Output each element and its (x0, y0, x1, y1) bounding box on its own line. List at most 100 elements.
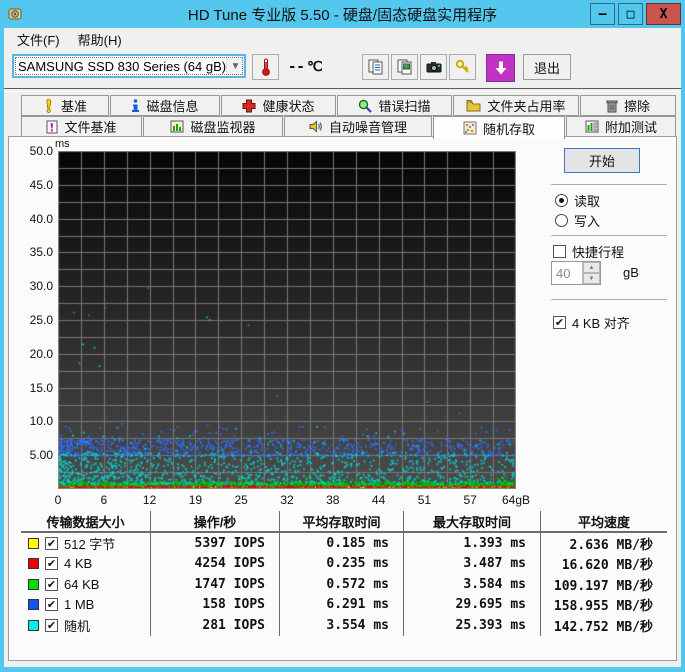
exit-button[interactable]: 退出 (523, 54, 571, 80)
random-access-page: ms 50.045.040.035.030.025.020.015.010.05… (8, 136, 677, 661)
screenshot-button[interactable] (420, 54, 447, 80)
chevron-down-icon[interactable]: ▼ (226, 56, 244, 76)
maximize-button[interactable]: □ (618, 3, 643, 25)
keys-icon (454, 58, 472, 76)
tab-random-access[interactable]: 随机存取 (433, 116, 565, 139)
tab-label: 健康状态 (262, 96, 314, 115)
series-checkbox[interactable] (45, 598, 58, 611)
tab-noise-management[interactable]: 自动噪音管理 (284, 116, 432, 137)
series-checkbox[interactable] (45, 537, 58, 550)
y-tick: 5.00 (13, 448, 53, 462)
table-row: 512 字节 5397 IOPS 0.185 ms 1.393 ms 2.636… (21, 533, 667, 554)
y-tick: 25.0 (13, 313, 53, 327)
x-tick: 44 (357, 493, 401, 507)
avg-access-value: 3.554 ms (280, 615, 404, 636)
series-checkbox[interactable] (45, 578, 58, 591)
menu-file[interactable]: 文件(F) (8, 28, 69, 51)
toolbar-divider (4, 88, 681, 92)
drive-select[interactable]: SAMSUNG SSD 830 Series (64 gB) ▼ (12, 54, 246, 78)
separator (551, 299, 667, 300)
tab-row-1: 基准 磁盘信息 健康状态 错误扫描 (21, 95, 681, 116)
tab-label: 磁盘信息 (146, 96, 198, 115)
temperature-value: -- (288, 59, 305, 75)
tab-label: 随机存取 (483, 119, 535, 138)
x-tick: 32 (265, 493, 309, 507)
minimize-button[interactable]: — (590, 3, 615, 25)
save-button[interactable] (486, 54, 515, 82)
tab-erase[interactable]: 擦除 (580, 95, 676, 116)
monitor-chart-icon (170, 120, 184, 133)
tab-label: 磁盘监视器 (190, 117, 255, 136)
tab-row-2: 文件基准 磁盘监视器 自动噪音管理 (21, 116, 681, 137)
iops-value: 1747 IOPS (151, 574, 280, 595)
camera-icon (425, 58, 443, 76)
series-checkbox[interactable] (45, 619, 58, 632)
x-tick: 19 (173, 493, 217, 507)
align-row[interactable]: 4 KB 对齐 (553, 313, 630, 332)
tab-health[interactable]: 健康状态 (221, 95, 336, 116)
y-tick: 35.0 (13, 245, 53, 259)
short-stroke-checkbox[interactable] (553, 245, 566, 258)
tab-label: 附加测试 (605, 117, 657, 136)
col-header: 平均速度 (541, 511, 667, 533)
write-radio-row[interactable]: 写入 (555, 211, 600, 230)
trash-icon (606, 99, 618, 113)
avg-access-value: 0.185 ms (280, 533, 404, 554)
temperature-button[interactable] (252, 54, 279, 80)
write-radio[interactable] (555, 214, 568, 227)
client-area: 文件(F) 帮助(H) SAMSUNG SSD 830 Series (64 g… (4, 28, 681, 667)
copy-image-button[interactable] (391, 54, 418, 80)
short-stroke-size-stepper[interactable]: 40 ▲ ▼ (551, 261, 601, 285)
table-row: 1 MB 158 IOPS 6.291 ms 29.695 ms 158.955… (21, 595, 667, 616)
speaker-icon (309, 120, 323, 133)
tab-error-scan[interactable]: 错误扫描 (337, 95, 452, 116)
tab-label: 文件夹占用率 (487, 96, 565, 115)
table-row: 64 KB 1747 IOPS 0.572 ms 3.584 ms 109.19… (21, 574, 667, 595)
avg-speed-value: 109.197 MB/秒 (541, 574, 667, 595)
series-checkbox[interactable] (45, 557, 58, 570)
max-access-value: 25.393 ms (404, 615, 541, 636)
series-color-swatch (28, 538, 39, 549)
y-tick: 50.0 (13, 144, 53, 158)
copy-text-button[interactable] (362, 54, 389, 80)
menu-help[interactable]: 帮助(H) (69, 28, 131, 51)
x-tick: 64gB (494, 493, 538, 507)
results-table: 传输数据大小 操作/秒 平均存取时间 最大存取时间 平均速度 512 字节 53… (21, 511, 667, 636)
read-radio-row[interactable]: 读取 (555, 191, 600, 210)
tab-disk-monitor[interactable]: 磁盘监视器 (143, 116, 283, 137)
series-label: 64 KB (64, 577, 99, 592)
read-radio[interactable] (555, 194, 568, 207)
magnifier-icon (358, 99, 372, 113)
series-label: 512 字节 (64, 534, 115, 553)
stepper-down-button[interactable]: ▼ (583, 273, 600, 284)
download-arrow-icon (493, 60, 509, 76)
y-tick: 10.0 (13, 414, 53, 428)
x-tick: 0 (36, 493, 80, 507)
iops-value: 281 IOPS (151, 615, 280, 636)
extra-tests-icon (585, 120, 599, 133)
start-button[interactable]: 开始 (564, 148, 640, 173)
y-tick: 15.0 (13, 381, 53, 395)
align-checkbox[interactable] (553, 316, 566, 329)
series-label: 随机 (64, 616, 90, 635)
tab-label: 基准 (61, 96, 87, 115)
close-button[interactable]: X (646, 3, 681, 25)
short-stroke-row[interactable]: 快捷行程 (553, 242, 624, 261)
tab-disk-info[interactable]: 磁盘信息 (110, 95, 220, 116)
col-header: 最大存取时间 (404, 511, 541, 533)
temperature-unit: ℃ (307, 59, 323, 75)
avg-speed-value: 2.636 MB/秒 (541, 533, 667, 554)
stepper-up-button[interactable]: ▲ (583, 262, 600, 273)
iops-value: 158 IOPS (151, 595, 280, 616)
table-row: 4 KB 4254 IOPS 0.235 ms 3.487 ms 16.620 … (21, 554, 667, 575)
tab-benchmark[interactable]: 基准 (21, 95, 109, 116)
folder-icon (466, 99, 481, 112)
series-color-swatch (28, 579, 39, 590)
tab-extra-tests[interactable]: 附加测试 (566, 116, 676, 137)
tab-file-benchmark[interactable]: 文件基准 (21, 116, 142, 137)
copy-image-icon (396, 58, 414, 76)
x-tick: 51 (402, 493, 446, 507)
tab-folder-usage[interactable]: 文件夹占用率 (453, 95, 579, 116)
col-header: 平均存取时间 (280, 511, 404, 533)
options-button[interactable] (449, 54, 476, 80)
